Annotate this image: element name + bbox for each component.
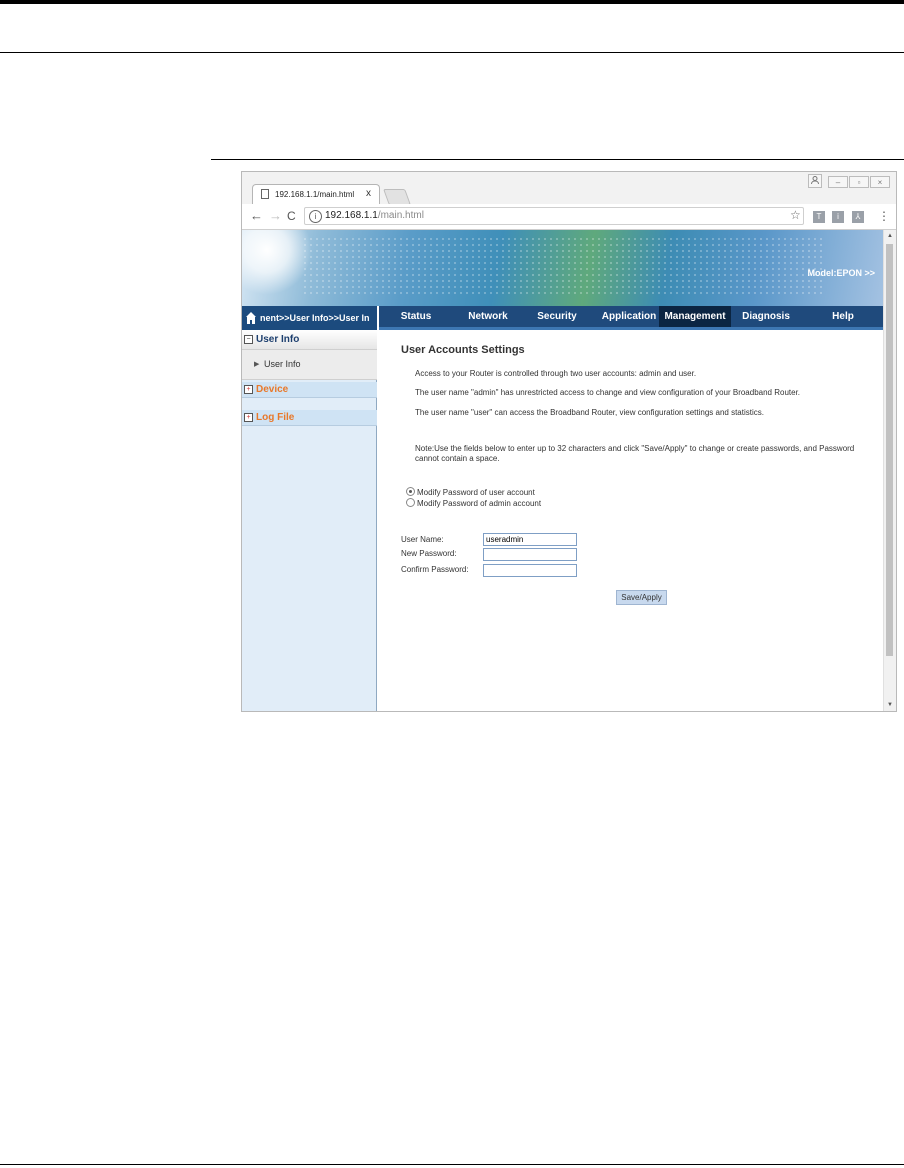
new-password-label: New Password:	[401, 549, 457, 558]
banner-pattern	[302, 236, 822, 296]
note-text-cont: cannot contain a space.	[415, 454, 500, 463]
tab-strip: 192.168.1.1/main.html x – ▫ ×	[242, 172, 896, 205]
sidebar-item-user-info[interactable]: ▶ User Info	[242, 350, 377, 380]
minimize-button[interactable]: –	[828, 176, 848, 188]
radio-admin-account[interactable]: Modify Password of admin account	[406, 498, 541, 508]
note-text: Note:Use the fields below to enter up to…	[415, 444, 855, 453]
new-tab-button[interactable]	[383, 189, 411, 205]
url-host: 192.168.1.1	[325, 210, 378, 221]
confirm-password-label: Confirm Password:	[401, 565, 469, 574]
info-icon[interactable]: i	[309, 210, 322, 223]
radio-user-account[interactable]: Modify Password of user account	[406, 487, 535, 497]
url-field[interactable]: i 192.168.1.1/main.html	[304, 207, 804, 225]
user-name-label: User Name:	[401, 535, 444, 544]
top-thick-rule	[0, 0, 904, 4]
radio-button[interactable]	[406, 487, 415, 496]
sidebar-section-label: Log File	[256, 412, 295, 423]
radio-button[interactable]	[406, 498, 415, 507]
top-thin-rule	[0, 52, 904, 53]
page-icon	[261, 189, 269, 199]
page-viewport: Model:EPON >> nent>>User Info>>User In S…	[242, 230, 883, 711]
extension-pdf-icon[interactable]: ⅄	[852, 211, 864, 223]
confirm-password-field[interactable]	[483, 564, 577, 577]
triangle-right-icon: ▶	[254, 361, 260, 368]
header-banner: Model:EPON >>	[242, 230, 883, 306]
content-panel: User Accounts Settings Access to your Ro…	[379, 330, 883, 711]
radio-label: Modify Password of admin account	[417, 499, 542, 508]
sidebar-section-user-info[interactable]: − User Info	[242, 330, 377, 350]
model-label: Model:EPON >>	[807, 268, 875, 278]
maximize-button[interactable]: ▫	[849, 176, 869, 188]
admin-text: The user name "admin" has unrestricted a…	[415, 388, 801, 397]
section-rule	[211, 159, 904, 160]
sidebar-item-label: User Info	[264, 359, 301, 369]
expand-icon[interactable]: +	[244, 413, 253, 422]
close-window-button[interactable]: ×	[870, 176, 890, 188]
browser-screenshot: 192.168.1.1/main.html x – ▫ × ← → C i 19…	[241, 171, 897, 712]
tab-close-icon[interactable]: x	[366, 188, 371, 199]
scroll-up-icon[interactable]: ▲	[887, 233, 893, 239]
vertical-scrollbar[interactable]: ▲ ▼	[883, 230, 896, 711]
extension-t-icon[interactable]: T	[813, 211, 825, 223]
extension-i-icon[interactable]: i	[832, 211, 844, 223]
collapse-icon[interactable]: −	[244, 335, 253, 344]
sidebar: − User Info ▶ User Info + Device + Log F…	[242, 330, 377, 711]
url-path: /main.html	[377, 210, 424, 221]
home-icon[interactable]	[245, 311, 257, 325]
bookmark-star-icon[interactable]: ☆	[790, 208, 801, 222]
browser-tab[interactable]: 192.168.1.1/main.html x	[252, 184, 380, 205]
browser-menu-icon[interactable]: ⋮	[878, 209, 890, 223]
expand-icon[interactable]: +	[244, 385, 253, 394]
scroll-down-icon[interactable]: ▼	[887, 702, 893, 708]
tab-title: 192.168.1.1/main.html	[275, 190, 355, 199]
sidebar-section-log-file[interactable]: + Log File	[242, 410, 377, 426]
bottom-rule	[0, 1164, 904, 1165]
user-text: The user name "user" can access the Broa…	[415, 408, 764, 417]
breadcrumb-text: nent>>User Info>>User In	[260, 313, 370, 323]
back-arrow-icon[interactable]: ←	[250, 208, 263, 223]
breadcrumb: nent>>User Info>>User In	[242, 306, 377, 330]
main-nav: Status Network Security Application Mana…	[379, 306, 883, 330]
sidebar-section-label: User Info	[256, 334, 300, 345]
url-text: 192.168.1.1/main.html	[325, 210, 424, 221]
profile-icon[interactable]	[808, 174, 822, 188]
sidebar-section-device[interactable]: + Device	[242, 382, 377, 398]
intro-text: Access to your Router is controlled thro…	[415, 369, 697, 378]
scrollbar-thumb[interactable]	[886, 244, 893, 656]
reload-icon[interactable]: C	[287, 209, 296, 223]
radio-label: Modify Password of user account	[417, 488, 535, 497]
save-apply-button[interactable]: Save/Apply	[616, 590, 667, 605]
user-name-field[interactable]	[483, 533, 577, 546]
sidebar-section-label: Device	[256, 384, 289, 395]
page-title: User Accounts Settings	[401, 344, 525, 356]
new-password-field[interactable]	[483, 548, 577, 561]
forward-arrow-icon[interactable]: →	[269, 208, 282, 223]
